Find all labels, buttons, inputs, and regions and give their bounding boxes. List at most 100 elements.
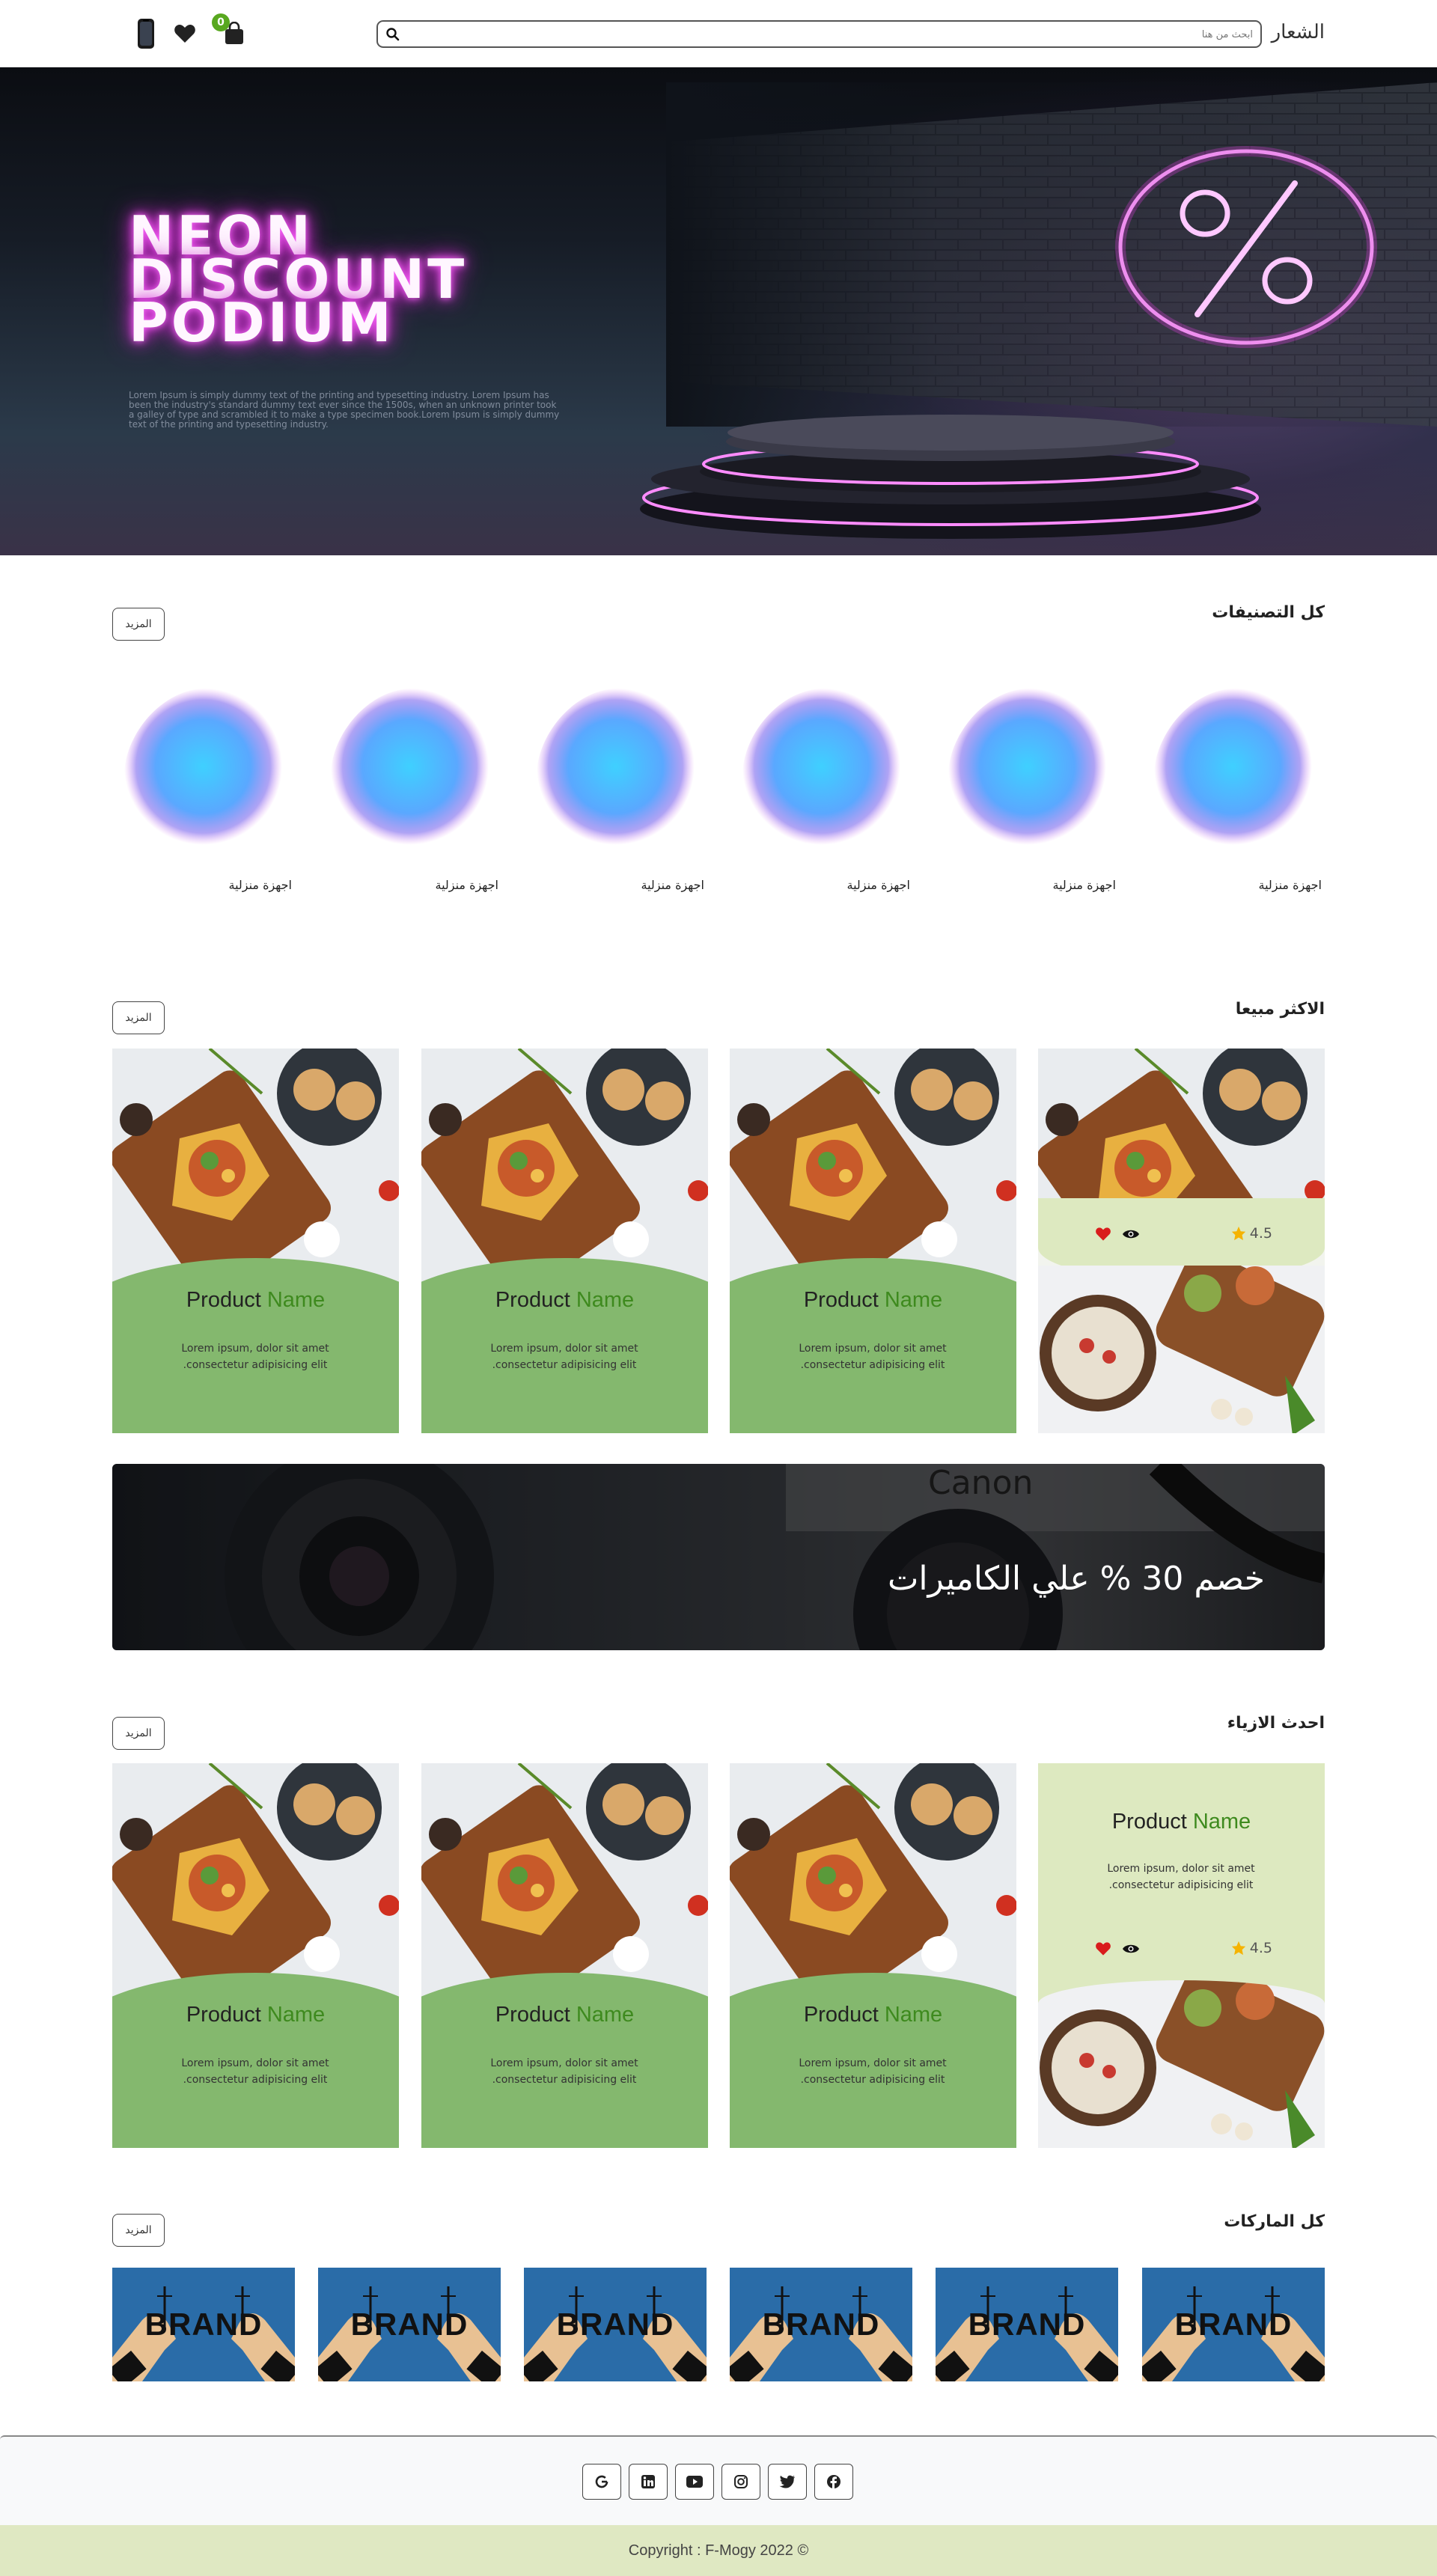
product-image-secondary [1038, 1980, 1325, 2148]
promo-text: خصم 30 % علي الكاميرات [888, 1560, 1265, 1598]
product-card[interactable]: Product Name Lorem ipsum, dolor sit amet… [730, 1763, 1016, 2148]
product-rating: 4.5 [1230, 1940, 1272, 1956]
product-name-accent: Name [266, 1288, 326, 1312]
categories-title: كل التصنيفات [1212, 603, 1325, 622]
bestsellers-more-button[interactable]: المزيد [112, 1001, 165, 1034]
product-name-accent: Name [576, 1288, 635, 1312]
product-description: Lorem ipsum, dolor sit amet consectetur … [1107, 1863, 1255, 1891]
bestsellers-row: Product Name Lorem ipsum, dolor sit amet… [112, 1049, 1325, 1433]
product-description: Lorem ipsum, dolor sit amet consectetur … [181, 2057, 329, 2086]
category-label: اجهزة منزلية [435, 878, 498, 892]
heart-icon[interactable] [1095, 1941, 1111, 1956]
product-name: Product Name [112, 2003, 399, 2027]
twitter-icon[interactable] [768, 2464, 807, 2500]
product-name-main: Product [186, 1288, 261, 1312]
social-links [582, 2464, 855, 2500]
category-image [123, 688, 282, 845]
camera-image: Canon [112, 1464, 1325, 1650]
camera-promo-banner[interactable]: Canon خصم 30 % علي الكاميرات [112, 1464, 1325, 1650]
category-label: اجهزة منزلية [1052, 878, 1116, 892]
brand-card[interactable]: BRAND [318, 2268, 501, 2381]
product-description: Lorem ipsum, dolor sit amet consectetur … [799, 1343, 947, 1371]
brands-more-button[interactable]: المزيد [112, 2214, 165, 2247]
product-card-hovered[interactable]: Product Name Lorem ipsum, dolor sit amet… [1038, 1763, 1325, 2148]
instagram-icon[interactable] [721, 2464, 760, 2500]
product-card[interactable]: Product Name Lorem ipsum, dolor sit amet… [421, 1763, 708, 2148]
cart-count-badge: 0 [212, 13, 230, 31]
category-label: اجهزة منزلية [1258, 878, 1322, 892]
site-logo[interactable]: الشعار [1272, 21, 1325, 43]
category-item[interactable]: اجهزة منزلية [730, 677, 910, 902]
product-name-accent: Name [1192, 1810, 1251, 1834]
category-item[interactable]: اجهزة منزلية [936, 677, 1116, 902]
brand-card[interactable]: BRAND [730, 2268, 912, 2381]
brand-card[interactable]: BRAND [1142, 2268, 1325, 2381]
product-name-main: Product [1111, 1810, 1187, 1834]
brand-card[interactable]: BRAND [112, 2268, 295, 2381]
category-item[interactable]: اجهزة منزلية [1142, 677, 1322, 902]
brand-logo-text: BRAND [762, 2307, 880, 2342]
facebook-icon[interactable] [814, 2464, 853, 2500]
product-name-accent: Name [884, 2003, 943, 2027]
category-item[interactable]: اجهزة منزلية [112, 677, 292, 902]
youtube-icon[interactable] [675, 2464, 714, 2500]
search-bar [376, 20, 1262, 48]
hero-title: NEON DISCOUNT PODIUM [129, 204, 468, 354]
product-rating: 4.5 [1230, 1225, 1272, 1242]
rating-value: 4.5 [1249, 1940, 1272, 1956]
categories-row: اجهزة منزلية اجهزة منزلية اجهزة منزلية ا… [112, 677, 1325, 902]
product-name-accent: Name [266, 2003, 326, 2027]
brand-card[interactable]: BRAND [936, 2268, 1118, 2381]
product-name: Product Name [421, 2003, 708, 2027]
hero-subtitle: Lorem Ipsum is simply dummy text of the … [129, 390, 560, 430]
hero-banner: NEON DISCOUNT PODIUM Lorem Ipsum is simp… [0, 67, 1437, 555]
product-name-main: Product [803, 1288, 879, 1312]
search-input[interactable] [430, 25, 1253, 44]
product-name: Product Name [1038, 1810, 1325, 1834]
category-item[interactable]: اجهزة منزلية [319, 677, 498, 902]
heart-icon[interactable] [1095, 1227, 1111, 1242]
category-image [536, 688, 695, 845]
phone-icon[interactable] [131, 16, 161, 51]
card-actions [1095, 1941, 1140, 1956]
product-name: Product Name [730, 1288, 1016, 1313]
google-icon[interactable] [582, 2464, 621, 2500]
product-name-accent: Name [884, 1288, 943, 1312]
product-card[interactable]: Product Name Lorem ipsum, dolor sit amet… [421, 1049, 708, 1433]
product-card-hovered[interactable]: 4.5 [1038, 1049, 1325, 1433]
brand-logo-text: BRAND [968, 2307, 1086, 2342]
category-image [948, 688, 1106, 845]
categories-more-button[interactable]: المزيد [112, 608, 165, 641]
neon-percent-sign [1115, 146, 1377, 348]
product-description: Lorem ipsum, dolor sit amet consectetur … [490, 2057, 638, 2086]
product-card[interactable]: Product Name Lorem ipsum, dolor sit amet… [112, 1049, 399, 1433]
linkedin-icon[interactable] [629, 2464, 668, 2500]
navbar: الشعار 0 [0, 0, 1437, 67]
category-label: اجهزة منزلية [846, 878, 910, 892]
eye-icon[interactable] [1122, 1941, 1140, 1956]
category-image [742, 688, 900, 845]
brand-logo-text: BRAND [350, 2307, 469, 2342]
product-card[interactable]: Product Name Lorem ipsum, dolor sit amet… [730, 1049, 1016, 1433]
heart-icon[interactable] [170, 16, 200, 51]
neon-podium [640, 415, 1261, 539]
brand-logo-text: BRAND [1174, 2307, 1293, 2342]
brand-logo-text: BRAND [144, 2307, 263, 2342]
fashion-more-button[interactable]: المزيد [112, 1717, 165, 1750]
product-name-accent: Name [576, 2003, 635, 2027]
copyright-text: Copyright : F-Mogy 2022 © [628, 2542, 809, 2559]
product-description: Lorem ipsum, dolor sit amet consectetur … [799, 2057, 947, 2086]
brand-card[interactable]: BRAND [524, 2268, 707, 2381]
product-name-main: Product [495, 1288, 570, 1312]
star-icon [1231, 1941, 1245, 1956]
category-image [1153, 688, 1312, 845]
brand-logo-text: BRAND [556, 2307, 674, 2342]
brands-title: كل الماركات [1224, 2212, 1325, 2231]
product-description: Lorem ipsum, dolor sit amet consectetur … [181, 1343, 329, 1371]
category-item[interactable]: اجهزة منزلية [525, 677, 704, 902]
search-icon[interactable] [385, 27, 400, 42]
eye-icon[interactable] [1122, 1227, 1140, 1242]
rating-value: 4.5 [1249, 1225, 1272, 1242]
category-label: اجهزة منزلية [228, 878, 292, 892]
product-card[interactable]: Product Name Lorem ipsum, dolor sit amet… [112, 1763, 399, 2148]
